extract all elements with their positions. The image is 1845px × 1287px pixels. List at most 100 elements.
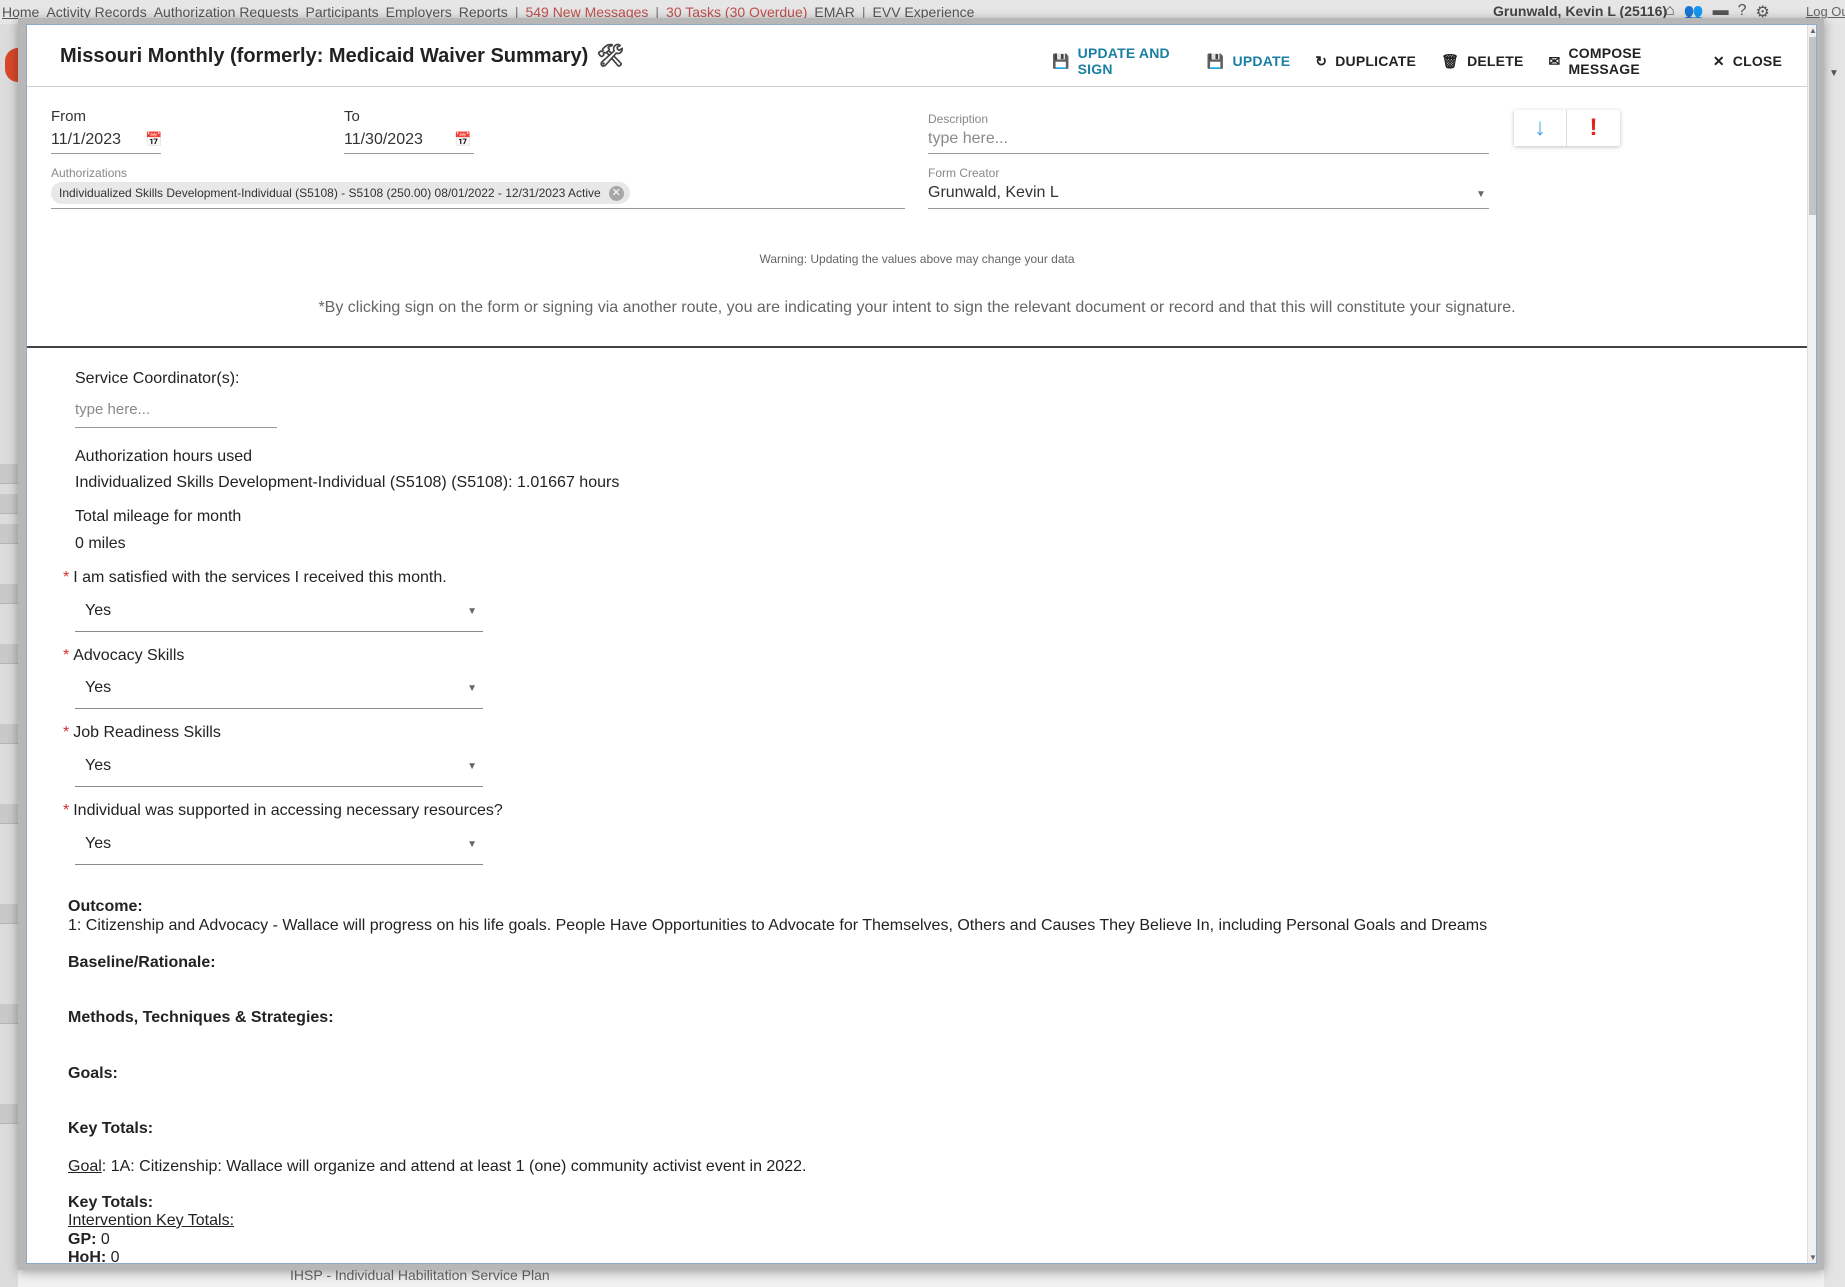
total-value: 0 — [100, 1231, 110, 1248]
delete-button[interactable]: 🗑 DELETE — [1441, 45, 1523, 77]
form-creator-label: Form Creator — [928, 166, 1000, 180]
total-value: 0 — [110, 1249, 120, 1264]
chevron-down-icon: ▼ — [467, 761, 477, 772]
intervention-key-totals-label: Intervention Key Totals: — [68, 1212, 235, 1229]
total-row-hoh: HoH: 0 — [68, 1249, 120, 1264]
resources-select[interactable]: Yes ▼ — [75, 829, 483, 865]
baseline-heading: Baseline/Rationale: — [68, 954, 216, 972]
background-row — [0, 644, 18, 664]
authorizations-label: Authorizations — [51, 166, 128, 180]
service-coordinator-label: Service Coordinator(s): — [75, 370, 240, 387]
exclamation-icon[interactable]: ! — [1567, 110, 1620, 146]
background-right-panel: ▼ — [1824, 24, 1845, 1287]
outcome-label: Outcome: — [68, 898, 143, 916]
duplicate-label: DUPLICATE — [1335, 53, 1417, 69]
background-row — [0, 904, 18, 924]
dialog-title-text: Missouri Monthly (formerly: Medicaid Wai… — [60, 44, 589, 67]
required-marker: * — [63, 569, 70, 586]
question-label: * Advocacy Skills — [63, 647, 184, 665]
goal-line: Goal: 1A: Citizenship: Wallace will orga… — [68, 1158, 806, 1176]
select-value: Yes — [85, 835, 112, 852]
logout-link[interactable]: Log Out — [1806, 4, 1845, 19]
vertical-scrollbar[interactable]: ▲ ▼ — [1807, 25, 1816, 1263]
total-key: HoH: — [68, 1249, 107, 1264]
methods-label: Methods, Techniques & Strategies: — [68, 1009, 334, 1026]
trash-icon: 🗑 — [1441, 52, 1460, 69]
authorizations-underline — [51, 188, 905, 209]
dialog-title: Missouri Monthly (formerly: Medicaid Wai… — [60, 43, 624, 69]
update-and-sign-button[interactable]: 💾 UPDATE AND SIGN — [1052, 45, 1182, 77]
background-row — [0, 584, 18, 604]
advocacy-skills-select[interactable]: Yes ▼ — [75, 673, 483, 709]
description-label: Description — [928, 112, 989, 126]
save-icon: 💾 — [1052, 52, 1070, 69]
key-totals-heading: Key Totals: — [68, 1120, 153, 1138]
scroll-up-icon[interactable]: ▲ — [1809, 26, 1816, 35]
question-text: Advocacy Skills — [73, 647, 185, 664]
satisfaction-select[interactable]: Yes ▼ — [75, 596, 483, 632]
select-value: Yes — [85, 679, 112, 696]
to-date-underline — [344, 138, 474, 154]
background-row — [0, 1104, 18, 1124]
duplicate-button[interactable]: ↻ DUPLICATE — [1315, 45, 1416, 77]
save-icon: 💾 — [1206, 52, 1225, 69]
close-icon: ✕ — [1712, 52, 1725, 69]
current-user: Grunwald, Kevin L (25116) — [1493, 3, 1668, 19]
close-label: CLOSE — [1732, 53, 1782, 69]
auth-hours-value: Individualized Skills Development-Indivi… — [75, 474, 620, 491]
chevron-down-icon: ▼ — [467, 606, 477, 617]
question-label: * I am satisfied with the services I rece… — [63, 569, 447, 587]
warning-text: Warning: Updating the values above may c… — [759, 252, 1075, 266]
select-value: Yes — [85, 757, 112, 774]
background-row — [0, 1004, 18, 1024]
mileage-value: 0 miles — [75, 535, 126, 552]
methods-heading: Methods, Techniques & Strategies: — [68, 1009, 334, 1027]
question-text: Job Readiness Skills — [73, 724, 221, 741]
total-key: GP: — [68, 1231, 97, 1248]
goals-label: Goals: — [68, 1065, 118, 1082]
job-readiness-select[interactable]: Yes ▼ — [75, 751, 483, 787]
update-and-sign-label: UPDATE AND SIGN — [1077, 45, 1170, 77]
tools-icon[interactable]: 🛠 — [596, 43, 624, 69]
service-coordinator-underline — [75, 408, 277, 428]
outcome-text: 1: Citizenship and Advocacy - Wallace wi… — [68, 917, 1488, 934]
dialog-header: Missouri Monthly (formerly: Medicaid Wai… — [27, 25, 1807, 87]
required-marker: * — [63, 647, 70, 664]
to-label: To — [344, 108, 360, 125]
arrow-down-icon[interactable]: ↓ — [1514, 110, 1567, 146]
refresh-icon: ↻ — [1315, 52, 1328, 69]
description-underline — [928, 138, 1489, 154]
update-button[interactable]: 💾 UPDATE — [1207, 45, 1290, 77]
required-marker: * — [63, 724, 70, 741]
dialog-actions: 💾 UPDATE AND SIGN 💾 UPDATE ↻ DUPLICATE 🗑… — [1052, 45, 1807, 77]
auth-hours-label: Authorization hours used — [75, 448, 252, 465]
background-row — [0, 524, 18, 544]
from-date-underline — [51, 138, 161, 154]
scroll-down-icon[interactable]: ▼ — [1809, 1253, 1816, 1262]
chevron-down-icon[interactable]: ▼ — [1829, 68, 1839, 79]
signature-intent-text: *By clicking sign on the form or signing… — [318, 299, 1516, 316]
chevron-down-icon: ▼ — [467, 683, 477, 694]
background-row — [0, 494, 18, 514]
goal-word: Goal — [68, 1158, 102, 1175]
envelope-icon: ✉ — [1548, 52, 1561, 69]
background-row — [0, 804, 18, 824]
total-row-gp: GP: 0 — [68, 1231, 110, 1249]
modal-overlay: Missouri Monthly (formerly: Medicaid Wai… — [18, 18, 1824, 1270]
outcome-heading: Outcome: — [68, 898, 143, 915]
background-left-panel — [0, 24, 18, 1287]
scrollbar-thumb[interactable] — [1809, 37, 1816, 215]
chevron-down-icon: ▼ — [467, 839, 477, 850]
select-value: Yes — [85, 602, 112, 619]
dialog-content[interactable]: From 11/1/2023 📅 To 11/30/2023 📅 Descrip… — [27, 88, 1807, 1264]
required-marker: * — [63, 802, 70, 819]
close-button[interactable]: ✕ CLOSE — [1713, 45, 1782, 77]
key-totals-label-2: Key Totals: — [68, 1194, 154, 1211]
background-row — [0, 464, 18, 484]
priority-buttons: ↓ ! — [1514, 110, 1620, 146]
goal-text: : 1A: Citizenship: Wallace will organize… — [101, 1158, 807, 1175]
form-dialog: Missouri Monthly (formerly: Medicaid Wai… — [26, 24, 1817, 1264]
form-creator-underline — [928, 188, 1489, 209]
key-totals-label: Key Totals: — [68, 1120, 154, 1137]
compose-message-button[interactable]: ✉ COMPOSE MESSAGE — [1549, 45, 1688, 77]
